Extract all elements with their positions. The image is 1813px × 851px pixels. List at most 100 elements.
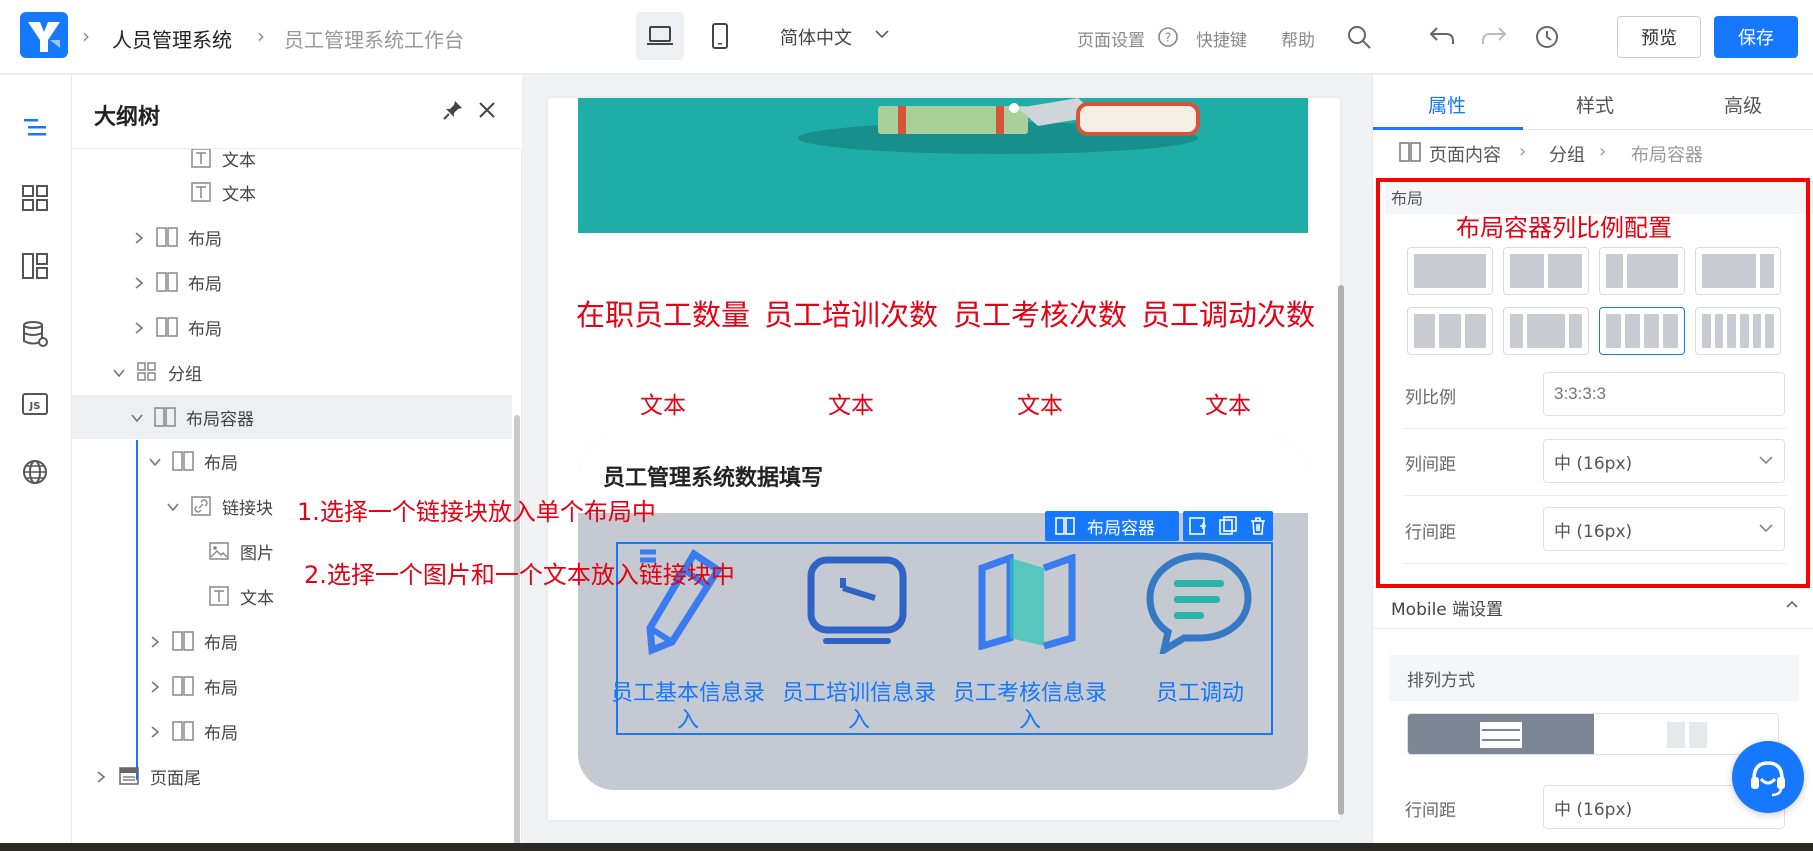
chevron-right-icon: › <box>1599 141 1607 162</box>
tree-row-layout[interactable]: 布局 <box>72 619 512 663</box>
outline-scrollbar[interactable] <box>514 415 520 845</box>
layout-icon <box>172 720 194 742</box>
tree-row-layout-container[interactable]: 布局容器 <box>72 395 512 439</box>
chevron-right-icon[interactable] <box>132 320 146 334</box>
preview-button[interactable]: 预览 <box>1617 16 1701 58</box>
app-logo-icon[interactable] <box>20 12 68 58</box>
breadcrumb-layout-container: 布局容器 <box>1631 145 1703 166</box>
chevron-down-icon[interactable] <box>112 365 126 379</box>
tree-row-layout[interactable]: 布局 <box>72 439 512 483</box>
columns-icon <box>1667 722 1707 748</box>
stat-value: 文本 <box>828 393 874 419</box>
layout-icon <box>172 630 194 652</box>
chevron-right-icon[interactable] <box>148 679 162 693</box>
redo-icon[interactable] <box>1480 24 1508 48</box>
shortcuts-link[interactable]: 快捷键 <box>1196 26 1247 51</box>
undo-icon[interactable] <box>1428 24 1456 48</box>
js-code-icon[interactable]: JS <box>20 389 50 419</box>
active-tab-indicator <box>1373 127 1523 130</box>
page-layout-icon[interactable] <box>20 251 50 281</box>
language-select[interactable]: 简体中文 <box>780 24 852 50</box>
mobile-section-header[interactable]: Mobile 端设置 <box>1391 595 1503 620</box>
breadcrumb-page-content[interactable]: 页面内容 <box>1429 141 1501 167</box>
layout-icon <box>172 450 194 472</box>
chevron-down-icon[interactable] <box>148 454 162 468</box>
tree-row-label: 文本 <box>240 588 274 609</box>
arrangement-toggle <box>1407 713 1779 755</box>
tab-properties[interactable]: 属性 <box>1373 91 1521 118</box>
chevron-right-icon[interactable] <box>148 634 162 648</box>
tree-row-label: 分组 <box>168 364 202 385</box>
tree-row-label: 布局 <box>204 453 238 474</box>
tree-row-group[interactable]: 分组 <box>72 350 512 394</box>
canvas-scrollbar[interactable] <box>1338 285 1344 815</box>
pin-icon[interactable] <box>442 99 464 121</box>
chevron-right-icon[interactable] <box>94 769 108 783</box>
outline-header: 大纲树 <box>72 75 522 149</box>
selection-tag[interactable]: 布局容器 <box>1045 511 1179 541</box>
breadcrumb-root[interactable]: 人员管理系统 <box>112 24 232 53</box>
tree-row-label: 布局 <box>204 678 238 699</box>
tree-row-layout[interactable]: 布局 <box>72 664 512 708</box>
data-source-icon[interactable] <box>20 319 50 349</box>
footer-icon <box>118 765 140 787</box>
chevron-right-icon[interactable] <box>132 230 146 244</box>
arrangement-label: 排列方式 <box>1389 655 1799 701</box>
tree-row-label: 布局 <box>204 633 238 654</box>
layout-icon <box>1055 517 1075 535</box>
layout-icon <box>156 271 178 293</box>
tree-row-page-footer[interactable]: 页面尾 <box>72 754 512 798</box>
tree-row-label: 布局 <box>188 274 222 295</box>
arrange-stacked-option[interactable] <box>1408 714 1594 754</box>
tree-row-layout[interactable]: 布局 <box>72 305 512 349</box>
tree-row-text[interactable]: 文本 <box>72 170 512 214</box>
customer-service-button[interactable] <box>1732 741 1804 813</box>
mobile-view-button[interactable] <box>696 12 744 60</box>
tree-row-label: 布局 <box>204 723 238 744</box>
chevron-down-icon[interactable] <box>130 410 144 424</box>
close-icon[interactable] <box>478 101 496 119</box>
history-icon[interactable] <box>1534 24 1560 50</box>
tree-row-layout[interactable]: 布局 <box>72 709 512 753</box>
help-circle-icon[interactable]: ? <box>1157 26 1179 48</box>
help-link[interactable]: 帮助 <box>1281 26 1315 51</box>
desktop-view-button[interactable] <box>636 12 684 60</box>
stat-value: 文本 <box>1017 393 1063 419</box>
chevron-down-icon[interactable] <box>166 499 180 513</box>
chevron-right-icon[interactable] <box>132 275 146 289</box>
delete-icon[interactable] <box>1248 516 1268 536</box>
chevron-right-icon[interactable] <box>148 724 162 738</box>
left-icon-rail: JS <box>0 75 72 851</box>
outline-panel: 大纲树 文本 文本 布局 布局 布局 分组 布局容器 布局 链接块 图片 文本 … <box>72 75 522 851</box>
annotation-step2: 2.选择一个图片和一个文本放入链接块中 <box>304 561 735 589</box>
page-settings-link[interactable]: 页面设置 <box>1077 26 1145 51</box>
save-button[interactable]: 保存 <box>1714 16 1798 58</box>
tab-advanced[interactable]: 高级 <box>1669 91 1813 118</box>
books-illustration <box>798 98 1200 154</box>
tree-row-layout[interactable]: 布局 <box>72 260 512 304</box>
headset-icon <box>1751 761 1785 797</box>
layout-icon <box>156 316 178 338</box>
tab-style[interactable]: 样式 <box>1521 91 1669 118</box>
card-title: 员工管理系统数据填写 <box>603 466 824 491</box>
annotation-step1: 1.选择一个链接块放入单个布局中 <box>297 498 656 526</box>
tree-row-layout[interactable]: 布局 <box>72 215 512 259</box>
chevron-up-icon[interactable] <box>1785 599 1799 609</box>
divider <box>1373 628 1813 629</box>
tree-row-label: 布局 <box>188 229 222 250</box>
search-icon[interactable] <box>1346 24 1372 50</box>
chevron-down-icon[interactable] <box>874 28 890 40</box>
text-icon <box>208 585 230 607</box>
stat-title: 员工考核次数 <box>952 298 1127 332</box>
add-sibling-icon[interactable] <box>1188 516 1208 536</box>
breadcrumb-group[interactable]: 分组 <box>1549 141 1585 167</box>
layout-icon <box>1399 142 1421 162</box>
outline-tree-icon[interactable] <box>20 113 50 143</box>
chevron-right-icon: › <box>257 24 265 48</box>
copy-icon[interactable] <box>1218 516 1238 536</box>
components-icon[interactable] <box>20 183 50 213</box>
globe-icon[interactable] <box>20 457 50 487</box>
chevron-right-icon: › <box>1519 141 1527 162</box>
svg-text:JS: JS <box>29 401 41 412</box>
breadcrumb-current[interactable]: 员工管理系统工作台 <box>284 24 464 53</box>
